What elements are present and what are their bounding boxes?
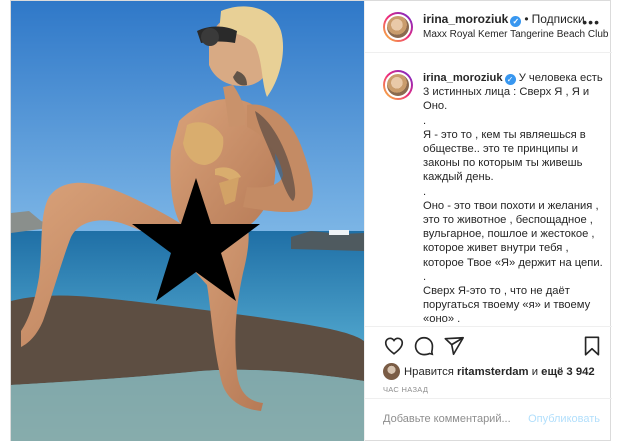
author-avatar[interactable] (383, 12, 413, 42)
bookmark-icon[interactable] (581, 335, 603, 357)
likes-line: Нравится ritamsterdam и ещё 3 942 (383, 363, 595, 380)
verified-badge-icon: ✓ (510, 16, 522, 27)
comment-box: Добавьте комментарий... Опубликовать (365, 398, 612, 441)
comment-icon[interactable] (413, 335, 435, 357)
publish-comment-button[interactable]: Опубликовать (528, 413, 600, 425)
caption-body: irina_moroziuk ✓ У человека есть 3 истинн… (423, 71, 603, 325)
heart-icon[interactable] (383, 335, 405, 357)
post-timestamp[interactable]: ЧАС НАЗАД (383, 385, 428, 394)
author-line: irina_moroziuk ✓ • Подписки (423, 12, 585, 27)
more-options-icon[interactable]: ••• (582, 14, 600, 30)
action-bar (383, 335, 603, 357)
likes-count[interactable]: ещё 3 942 (541, 366, 595, 378)
separator-dot: • (524, 12, 529, 26)
caption-author-avatar[interactable] (383, 70, 413, 100)
liker-avatar[interactable] (383, 363, 400, 380)
likes-prefix: Нравится (404, 366, 457, 378)
caption-username[interactable]: irina_moroziuk (423, 72, 503, 84)
instagram-post: irina_moroziuk ✓ • Подписки Maxx Royal Keme… (10, 0, 612, 441)
post-side-panel: irina_moroziuk ✓ • Подписки Maxx Royal Keme… (364, 1, 612, 441)
liker-username[interactable]: ritamsterdam (457, 366, 529, 378)
follow-button[interactable]: Подписки (532, 12, 585, 26)
beach-photo-image (11, 1, 364, 441)
share-icon[interactable] (443, 335, 465, 357)
post-photo[interactable] (11, 1, 364, 441)
likes-middle: и (528, 366, 542, 378)
caption-verified-badge-icon: ✓ (504, 74, 516, 85)
post-header: irina_moroziuk ✓ • Подписки Maxx Royal Keme… (365, 1, 612, 53)
post-caption: irina_moroziuk ✓ У человека есть 3 истинн… (365, 54, 612, 325)
author-username[interactable]: irina_moroziuk (423, 12, 508, 26)
post-location[interactable]: Maxx Royal Kemer Tangerine Beach Club (423, 29, 608, 40)
caption-text: У человека есть 3 истинных лица : Сверх … (423, 72, 603, 325)
comment-input[interactable]: Добавьте комментарий... (383, 413, 511, 425)
